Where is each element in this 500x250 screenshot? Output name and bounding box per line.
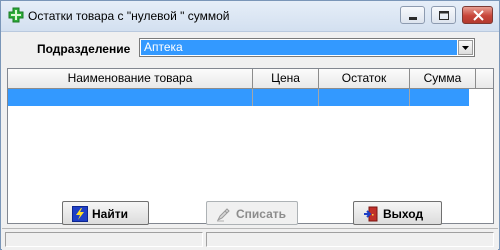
green-plus-cross-icon [8,7,24,23]
status-bar [2,228,498,250]
write-off-button[interactable]: Списать [206,201,298,225]
department-select[interactable]: Аптека [139,38,475,57]
table-row[interactable] [8,89,469,106]
table-cell-sum[interactable] [410,89,469,106]
app-window: Остатки товара с "нулевой " суммой Подра… [0,0,500,250]
write-off-icon [216,208,230,222]
table-header: Наименование товара Цена Остаток Сумма [8,69,493,89]
write-off-button-label: Списать [236,207,287,221]
lightning-icon [72,206,88,222]
table-cell-name[interactable] [8,89,253,106]
exit-button-label: Выход [383,207,424,221]
title-bar[interactable]: Остатки товара с "нулевой " суммой [1,1,499,32]
chevron-down-icon [462,46,469,50]
find-button[interactable]: Найти [62,201,149,225]
form-body: Подразделение Аптека Наименование товара… [2,32,498,250]
column-header-stock[interactable]: Остаток [319,69,410,88]
minimize-icon [409,17,417,20]
dropdown-button[interactable] [458,40,473,55]
column-header-sum[interactable]: Сумма [410,69,476,88]
maximize-icon [439,11,449,20]
exit-door-icon [364,206,378,222]
close-icon [473,10,484,21]
minimize-button[interactable] [400,6,425,24]
department-selected-value: Аптека [141,40,457,55]
department-label: Подразделение [37,42,131,56]
window-title: Остатки товара с "нулевой " суммой [28,9,230,23]
column-header-price[interactable]: Цена [253,69,319,88]
find-button-label: Найти [92,207,128,221]
column-header-name[interactable]: Наименование товара [8,69,253,88]
exit-button[interactable]: Выход [353,201,442,225]
status-panel-1 [5,232,203,247]
status-panel-2 [206,232,494,247]
close-button[interactable] [462,6,493,24]
table-cell-price[interactable] [253,89,319,106]
maximize-button[interactable] [431,6,456,24]
table-cell-stock[interactable] [319,89,410,106]
